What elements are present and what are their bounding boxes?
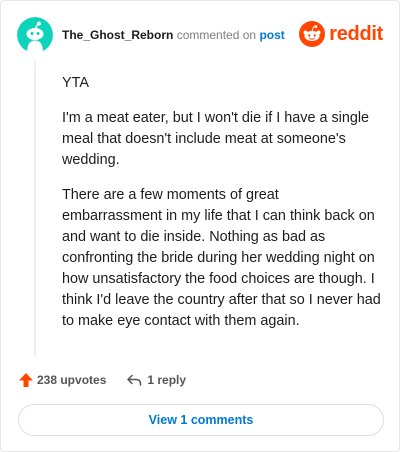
author-name[interactable]: The_Ghost_Reborn: [62, 28, 173, 42]
reply-arrow-icon: [126, 372, 142, 388]
comment-body: YTA I'm a meat eater, but I won't die if…: [62, 73, 382, 346]
author-line: The_Ghost_Reborn commented on post: [62, 27, 285, 43]
comment-actions: 238 upvotes 1 reply: [18, 369, 186, 391]
comment-paragraph: I'm a meat eater, but I won't die if I h…: [62, 110, 370, 168]
reddit-logo[interactable]: reddit: [299, 20, 383, 48]
commented-on-text: commented on: [176, 28, 257, 42]
view-comments-button[interactable]: View 1 comments: [18, 404, 384, 436]
user-avatar-icon[interactable]: [17, 17, 53, 53]
thread-line[interactable]: [34, 61, 36, 357]
reddit-wordmark: reddit: [329, 22, 383, 45]
reddit-snoo-icon: [299, 21, 326, 47]
comment-paragraph: There are a few moments of great embarra…: [62, 187, 381, 329]
upvote-count: 238 upvotes: [37, 373, 107, 387]
upvote-arrow-icon: [18, 372, 34, 388]
reply-count: 1 reply: [147, 373, 187, 387]
post-link[interactable]: post: [259, 28, 284, 42]
upvote-button[interactable]: 238 upvotes: [18, 372, 106, 388]
comment-header: The_Ghost_Reborn commented on post reddi…: [17, 17, 383, 53]
reply-button[interactable]: 1 reply: [126, 372, 186, 388]
comment-card: The_Ghost_Reborn commented on post reddi…: [0, 0, 400, 452]
comment-paragraph: YTA: [62, 75, 89, 91]
